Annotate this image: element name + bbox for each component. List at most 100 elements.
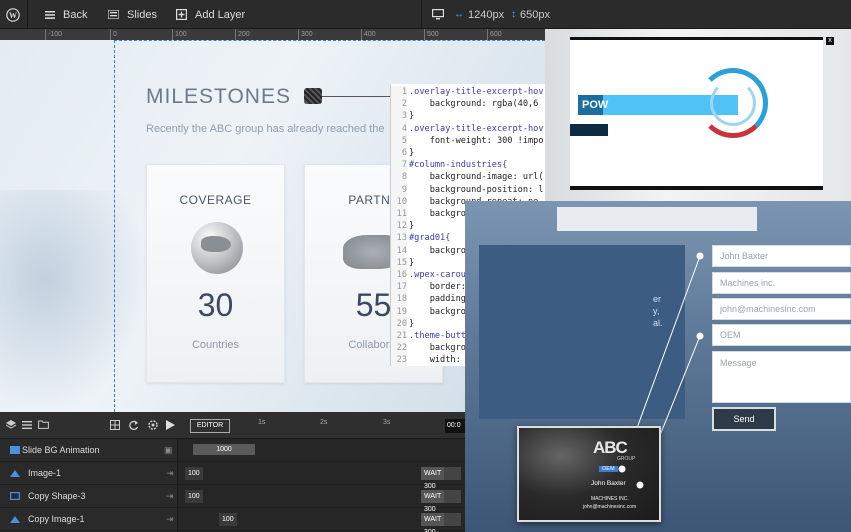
line-number: 14: [396, 245, 407, 256]
grid-icon[interactable]: [110, 420, 120, 430]
layers-icon[interactable]: [6, 420, 16, 430]
folder-icon[interactable]: [38, 420, 49, 429]
line-number: 21: [396, 331, 407, 342]
line-number: 4: [401, 123, 407, 134]
slides-button[interactable]: Slides: [108, 0, 157, 29]
height-field[interactable]: ↕ 650px: [511, 0, 550, 29]
width-value: 1240px: [468, 8, 505, 21]
wait-label: WAIT: [421, 490, 445, 503]
wait-label: WAIT: [421, 467, 445, 480]
bg-image-icon: ▣: [164, 445, 173, 455]
slides-label: Slides: [127, 8, 157, 21]
line-number: 17: [396, 282, 407, 293]
line-number: 20: [396, 318, 407, 329]
timeline-row-bg[interactable]: Slide BG Animation ▣ 1000: [0, 439, 465, 462]
timeline-time-display: 00:0: [445, 419, 465, 433]
ruler-tick: 200: [235, 29, 250, 40]
timeline-row[interactable]: Image-1 ⇥ 100 WAIT300: [0, 462, 465, 490]
line-number: 5: [401, 135, 407, 146]
line-number: 2: [401, 99, 407, 110]
milestones-title[interactable]: MILESTONES: [146, 85, 291, 109]
title-divider: [322, 96, 392, 97]
slider-editor: W Back Slides Add Layer ↔ 1240px ↕ 650px -…: [0, 0, 851, 532]
ruler-tick: 600: [487, 29, 502, 40]
wait-value: 300: [421, 526, 439, 532]
image-icon: [10, 446, 20, 454]
line-number: 6: [401, 148, 407, 159]
back-label: Back: [63, 8, 88, 21]
shape-layer-icon: [10, 492, 20, 500]
layer-start-time[interactable]: 100: [185, 467, 203, 480]
timeline-panel: EDITOR 1s 2s 3s 00:0 Slide BG Animation …: [0, 412, 465, 532]
line-number: 13: [396, 233, 407, 244]
close-video-button[interactable]: x: [826, 37, 834, 45]
layer-start-time[interactable]: 100: [219, 513, 237, 526]
add-layer-label: Add Layer: [195, 8, 246, 21]
globe-icon: [191, 222, 243, 274]
line-number: 19: [396, 306, 407, 317]
layer-start-time[interactable]: 100: [185, 490, 203, 503]
line-number: 22: [396, 343, 407, 354]
wait-label: WAIT: [421, 513, 445, 526]
play-icon[interactable]: [166, 420, 175, 430]
coverage-card[interactable]: COVERAGE 30 Countries: [146, 164, 285, 383]
top-toolbar: W Back Slides Add Layer ↔ 1240px ↕ 650px: [0, 0, 851, 29]
line-number: 15: [396, 257, 407, 268]
line-number: 10: [396, 196, 407, 207]
horizontal-ruler: -100 0 100 200 300 400 500 600: [0, 29, 545, 40]
card-label: Countries: [191, 339, 240, 351]
video-screen[interactable]: POW: [570, 37, 823, 190]
layer-wait-badge[interactable]: WAIT300: [421, 490, 461, 513]
settings-icon[interactable]: [148, 420, 158, 430]
background-image: [0, 190, 150, 412]
line-number: 7: [401, 160, 407, 171]
layer-wait-badge[interactable]: WAIT300: [421, 467, 461, 490]
layer-name: Copy Shape-3: [28, 491, 86, 501]
arrow-to-icon: ⇥: [166, 468, 174, 478]
video-banner-bar: [570, 124, 608, 136]
list-icon[interactable]: [22, 421, 32, 429]
timeline-scale-mark: 2s: [320, 419, 328, 426]
layer-name: Image-1: [28, 468, 62, 478]
timeline-row[interactable]: Copy Image-1 ⇥ 100 WAIT300: [0, 508, 465, 532]
device-desktop-button[interactable]: [432, 0, 444, 29]
horizontal-arrows-icon: ↔: [454, 9, 464, 20]
monitor-icon: [432, 9, 444, 20]
line-number: 3: [401, 111, 407, 122]
vertical-arrows-icon: ↕: [511, 9, 516, 20]
timeline-row[interactable]: Copy Shape-3 ⇥ 100 WAIT300: [0, 485, 465, 513]
line-number: 1: [401, 87, 407, 97]
line-number: 16: [396, 270, 407, 281]
menu-icon: [45, 10, 55, 19]
svg-text:W: W: [9, 11, 17, 20]
line-number: 18: [396, 294, 407, 305]
layer-name: Slide BG Animation: [22, 445, 100, 455]
wordpress-logo-button[interactable]: W: [6, 0, 20, 29]
contact-section: er y, al. John Baxter Machines inc. john…: [465, 201, 851, 532]
video-preview-window: POW x: [545, 29, 851, 201]
ruler-tick: 500: [424, 29, 439, 40]
animated-ring-inner: [710, 80, 756, 126]
line-number: 12: [396, 221, 407, 232]
layer-handle-icon[interactable]: [304, 88, 322, 104]
timeline-scale-mark: 3s: [383, 419, 391, 426]
editor-tab[interactable]: EDITOR: [190, 419, 230, 433]
back-button[interactable]: Back: [45, 0, 87, 29]
line-numbers: 1 2 3 4 5 6 7 8 9 10 11 12 13 14 15 16 17 18 19 20 21 22 23: [391, 86, 407, 366]
layer-wait-badge[interactable]: WAIT300: [421, 513, 461, 532]
width-field[interactable]: ↔ 1240px: [454, 0, 504, 29]
line-number: 23: [396, 355, 407, 366]
milestones-subtitle[interactable]: Recently the ABC group has already reach…: [146, 123, 384, 135]
bg-animation-bar[interactable]: 1000: [193, 444, 255, 455]
height-value: 650px: [520, 8, 550, 21]
timeline-header: EDITOR 1s 2s 3s 00:0: [0, 412, 465, 439]
image-layer-icon: [10, 470, 20, 477]
canvas-guide-line: [114, 40, 545, 41]
loop-icon[interactable]: [129, 420, 139, 430]
layer-name: Copy Image-1: [28, 514, 85, 524]
arrow-to-icon: ⇥: [166, 514, 174, 524]
ruler-tick: 100: [172, 29, 187, 40]
ruler-tick: 300: [298, 29, 313, 40]
wordpress-icon: W: [6, 7, 20, 22]
add-layer-button[interactable]: Add Layer: [176, 0, 245, 29]
